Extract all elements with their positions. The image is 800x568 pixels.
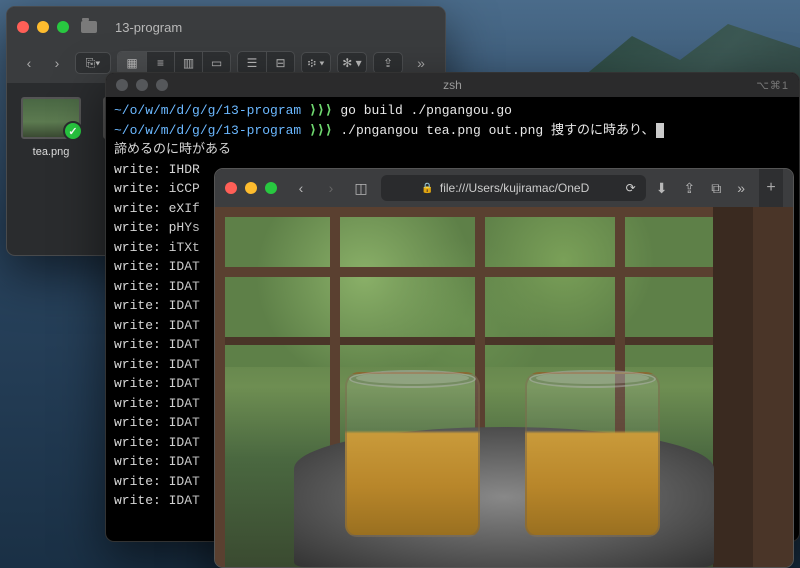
forward-button[interactable]: › — [45, 52, 69, 74]
icon-view-button[interactable]: ▦ — [118, 52, 146, 74]
toolbar-overflow-button[interactable]: » — [737, 180, 745, 197]
safari-toolbar[interactable]: ‹ › ◫ 🔒 file:///Users/kujiramac/OneD ⟳ ⬇… — [215, 169, 793, 207]
sidebar-button[interactable]: ◫ — [351, 180, 371, 197]
url-label: file:///Users/kujiramac/OneD — [440, 181, 589, 195]
close-icon[interactable] — [225, 182, 237, 194]
toolbar-overflow-button[interactable]: » — [409, 52, 433, 74]
minimize-icon[interactable] — [245, 182, 257, 194]
back-button[interactable]: ‹ — [291, 180, 311, 196]
lock-icon: 🔒 — [421, 183, 433, 194]
zoom-icon[interactable] — [57, 21, 69, 33]
zoom-icon[interactable] — [156, 79, 168, 91]
finder-titlebar[interactable]: 13-program — [7, 7, 445, 47]
close-icon[interactable] — [116, 79, 128, 91]
sort-button[interactable]: ⊟ — [266, 52, 294, 74]
finder-window-title: 13-program — [115, 20, 182, 35]
share-button[interactable]: ⇪ — [373, 52, 403, 74]
share-button[interactable]: ⇪ — [683, 180, 695, 197]
action-button[interactable]: ✻ ▾ — [337, 52, 367, 74]
group-by-button[interactable]: ☰ — [238, 52, 266, 74]
file-name-label: tea.png — [29, 145, 74, 159]
reload-button[interactable]: ⟳ — [626, 181, 636, 195]
list-view-button[interactable]: ≡ — [146, 52, 174, 74]
safari-window: ‹ › ◫ 🔒 file:///Users/kujiramac/OneD ⟳ ⬇… — [214, 168, 794, 568]
arrange-button[interactable]: ፨ ▾ — [301, 52, 331, 74]
folder-icon — [81, 21, 97, 33]
zoom-icon[interactable] — [265, 182, 277, 194]
back-button[interactable]: ‹ — [17, 52, 41, 74]
minimize-icon[interactable] — [136, 79, 148, 91]
forward-button[interactable]: › — [321, 180, 341, 196]
gallery-view-button[interactable]: ▭ — [202, 52, 230, 74]
column-view-button[interactable]: ▥ — [174, 52, 202, 74]
terminal-title-label: zsh — [443, 78, 462, 92]
file-item[interactable]: tea.png — [17, 93, 85, 163]
file-thumbnail-icon — [21, 97, 81, 139]
image-preview — [215, 207, 793, 567]
minimize-icon[interactable] — [37, 21, 49, 33]
tabs-button[interactable]: ⧉ — [711, 180, 721, 197]
terminal-titlebar[interactable]: zsh ⌥⌘1 — [106, 73, 799, 97]
downloads-button[interactable]: ⬇ — [656, 180, 668, 197]
new-tab-button[interactable]: + — [759, 169, 783, 207]
terminal-shortcut-label: ⌥⌘1 — [756, 79, 789, 92]
close-icon[interactable] — [17, 21, 29, 33]
path-button[interactable]: ⎘▾ — [75, 52, 111, 74]
address-bar[interactable]: 🔒 file:///Users/kujiramac/OneD ⟳ — [381, 175, 646, 201]
safari-content[interactable] — [215, 207, 793, 567]
